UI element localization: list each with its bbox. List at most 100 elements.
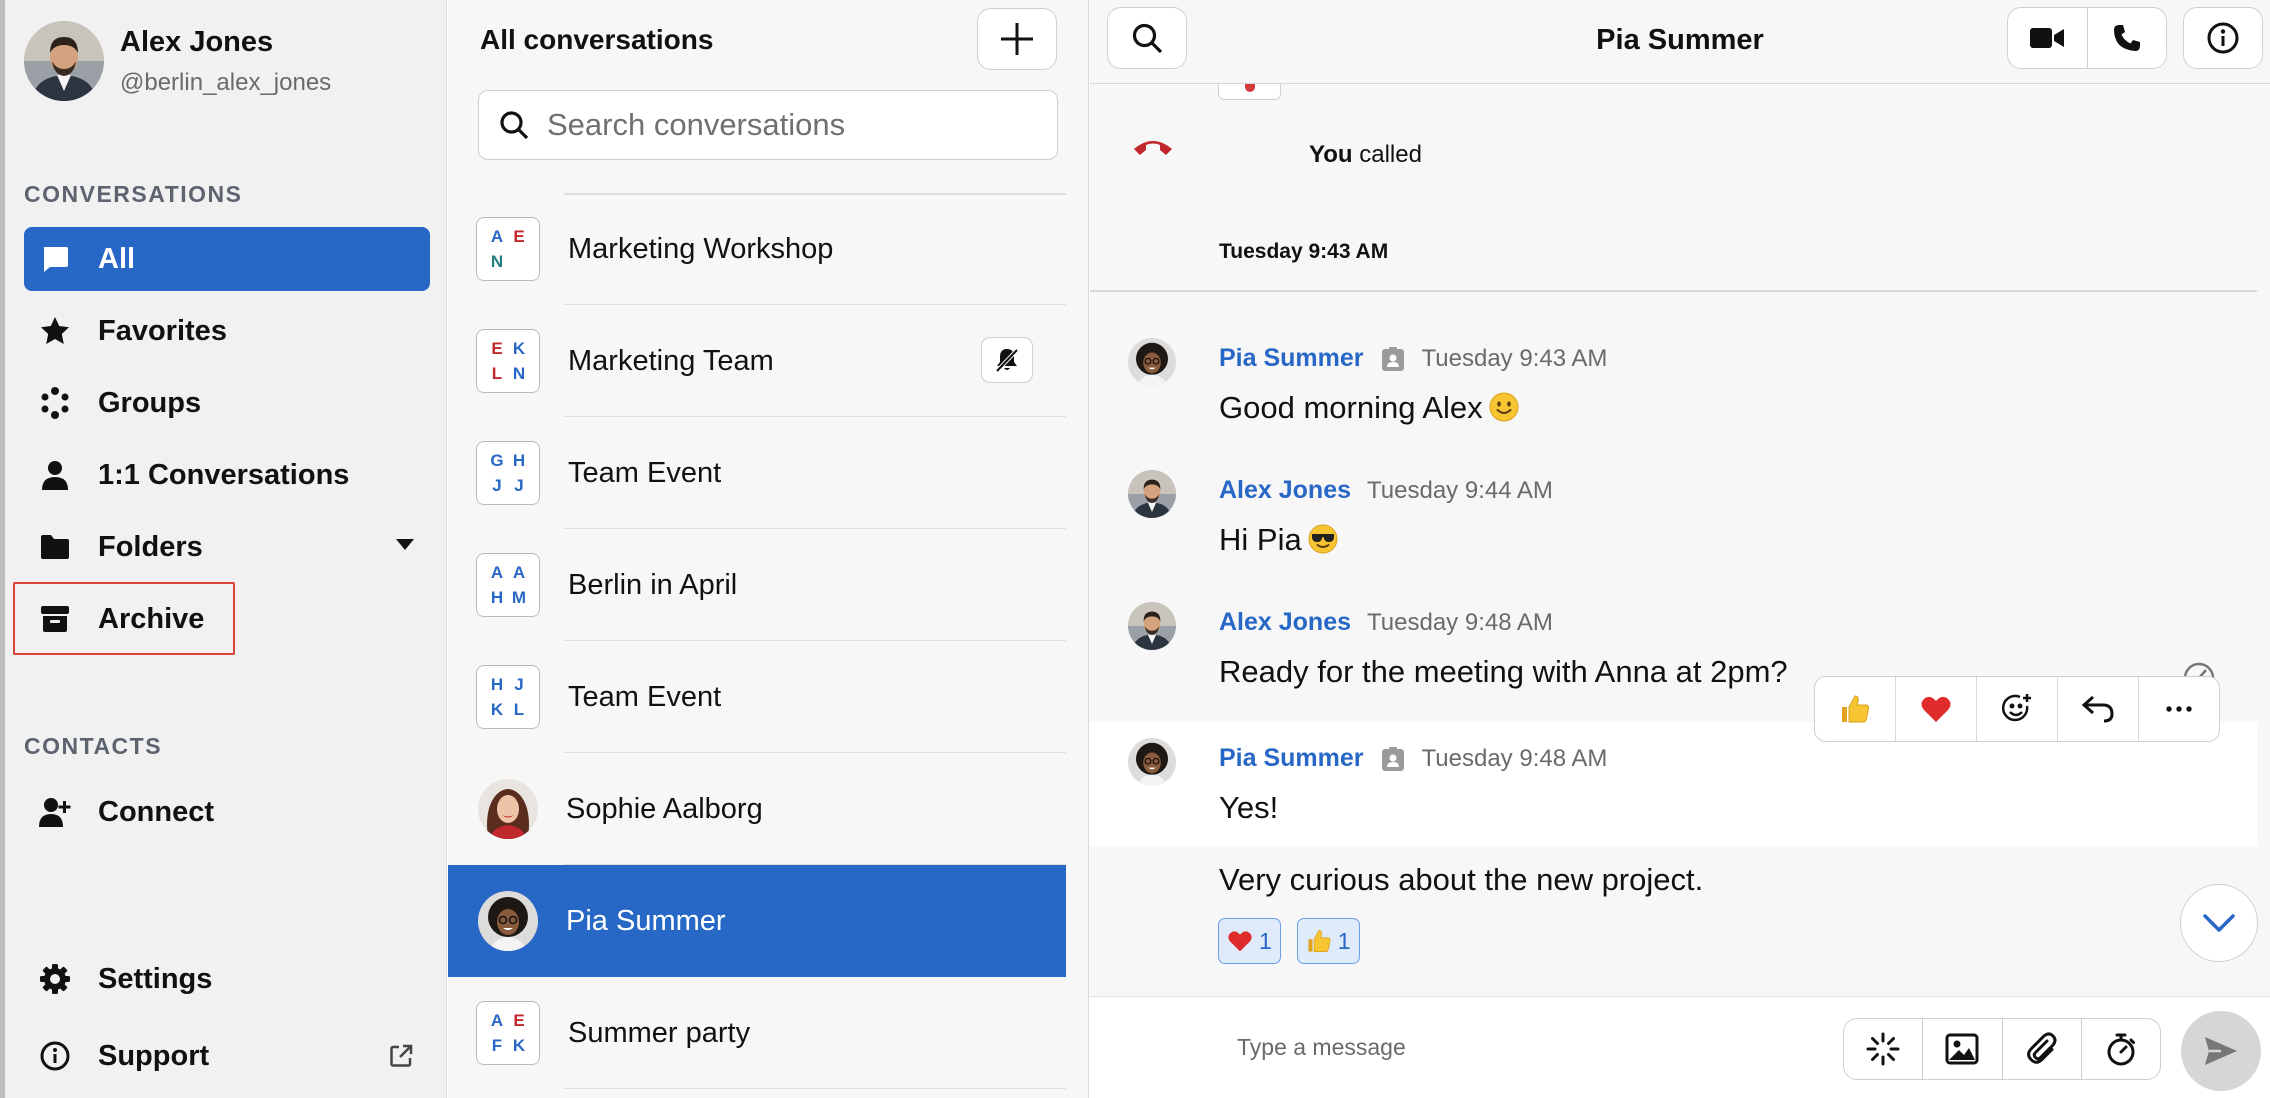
contact-avatar (478, 779, 538, 839)
conversation-name: Marketing Team (568, 344, 774, 377)
timer-icon (2105, 1032, 2137, 1066)
sidebar-item-one-to-one[interactable]: 1:1 Conversations (24, 443, 430, 507)
image-upload-button[interactable] (1923, 1019, 2003, 1079)
conversation-item-berlin-in-april[interactable]: A A H M Berlin in April (448, 529, 1066, 641)
message-composer (1090, 996, 2270, 1098)
conversation-item-pia-summer[interactable]: Pia Summer (448, 865, 1066, 977)
person-icon (38, 458, 72, 492)
reaction-chip-heart[interactable]: 1 (1218, 918, 1281, 964)
sender-avatar[interactable] (1128, 738, 1176, 786)
message-reactions: 1 1 (1218, 918, 1376, 964)
conversation-name: Summer party (568, 1016, 751, 1049)
message-time: Tuesday 9:44 AM (1367, 476, 1553, 504)
sidebar-item-connect[interactable]: Connect (24, 780, 430, 844)
group-avatar: G H J J (476, 441, 540, 505)
scroll-to-bottom-button[interactable] (2180, 884, 2258, 962)
message-input[interactable] (1237, 1027, 1797, 1067)
reaction-count: 1 (1337, 927, 1351, 954)
sidebar-item-label: All (98, 242, 136, 275)
paperclip-icon (2026, 1032, 2058, 1066)
external-link-icon (388, 1043, 414, 1069)
chevron-down-icon (2202, 913, 2236, 933)
conversation-search (478, 90, 1058, 160)
message-author[interactable]: Alex Jones (1219, 476, 1351, 505)
audio-call-button[interactable] (2088, 8, 2167, 68)
sender-avatar[interactable] (1128, 338, 1176, 386)
user-profile[interactable]: Alex Jones @berlin_alex_jones (24, 21, 331, 101)
message-author[interactable]: Alex Jones (1219, 608, 1351, 637)
sidebar-item-groups[interactable]: Groups (24, 371, 430, 435)
thumbs-up-emoji-icon (1306, 928, 1332, 954)
sidebar-item-settings[interactable]: Settings (24, 947, 430, 1011)
contact-card-icon (1380, 346, 1406, 372)
more-options-button[interactable] (2139, 677, 2219, 741)
sidebar-item-label: Archive (98, 602, 205, 635)
conversation-item-marketing-team[interactable]: E K L N Marketing Team (448, 305, 1066, 417)
contact-avatar (478, 891, 538, 951)
timed-message-button[interactable] (2082, 1019, 2160, 1079)
sidebar-item-folders[interactable]: Folders (24, 515, 430, 579)
sidebar-item-all[interactable]: All (24, 227, 430, 291)
thumbs-up-emoji-icon (1839, 693, 1871, 725)
reply-arrow-icon (2081, 694, 2115, 724)
sidebar-item-label: Support (98, 1039, 210, 1072)
conversation-info-button[interactable] (2183, 7, 2263, 69)
group-avatar: A E F K (476, 1001, 540, 1065)
user-avatar (24, 21, 104, 101)
search-input[interactable] (547, 107, 1047, 143)
info-icon (2207, 22, 2239, 54)
contacts-section-title: CONTACTS (24, 733, 163, 759)
video-camera-icon (2030, 26, 2065, 50)
bell-off-icon (994, 347, 1020, 373)
gear-icon (38, 962, 72, 996)
sidebar-item-support[interactable]: Support (24, 1024, 430, 1088)
add-reaction-button[interactable] (1977, 677, 2058, 741)
archive-icon (38, 602, 72, 636)
message-author[interactable]: Pia Summer (1219, 344, 1364, 373)
sidebar-item-label: Favorites (98, 314, 227, 347)
ping-button[interactable] (1844, 1019, 1924, 1079)
sidebar-item-archive[interactable]: Archive (24, 587, 430, 651)
sender-avatar[interactable] (1128, 602, 1176, 650)
conversation-item-summer-party[interactable]: A E F K Summer party (448, 977, 1066, 1089)
conversation-item-team-event[interactable]: G H J J Team Event (448, 417, 1066, 529)
send-icon (2203, 1035, 2239, 1067)
add-person-icon (38, 795, 72, 829)
sender-avatar[interactable] (1128, 470, 1176, 518)
muted-notifications-button[interactable] (981, 337, 1033, 383)
attach-file-button[interactable] (2003, 1019, 2082, 1079)
call-text: called (1359, 141, 1422, 168)
date-separator: Tuesday 9:43 AM (1219, 240, 1389, 263)
send-button[interactable] (2181, 1011, 2261, 1091)
user-name: Alex Jones (120, 25, 274, 58)
group-avatar: H J K L (476, 665, 540, 729)
reaction-chip-thumbs-up[interactable]: 1 (1296, 918, 1360, 964)
user-handle: @berlin_alex_jones (120, 68, 332, 96)
sidebar-item-label: Connect (98, 795, 214, 828)
new-conversation-button[interactable] (977, 8, 1057, 70)
message-time: Tuesday 9:48 AM (1421, 744, 1608, 772)
sidebar-item-favorites[interactable]: Favorites (24, 299, 430, 363)
heart-emoji-icon (1920, 694, 1952, 724)
conversations-section-title: CONVERSATIONS (24, 181, 243, 207)
message-text: Good morning Alex (1219, 390, 1519, 426)
conversation-name: Sophie Aalborg (566, 792, 763, 825)
conversation-item-marketing-workshop[interactable]: A E N Marketing Workshop (448, 193, 1066, 305)
groups-icon (38, 386, 72, 420)
react-thumbs-up-button[interactable] (1815, 677, 1896, 741)
phone-icon (2112, 23, 2142, 53)
call-actor: You (1309, 141, 1353, 168)
call-event: You called (1132, 135, 1422, 168)
folder-icon (38, 530, 72, 564)
reply-button[interactable] (2058, 677, 2139, 741)
chevron-down-icon[interactable] (396, 539, 414, 551)
conversation-item-sophie-aalborg[interactable]: Sophie Aalborg (448, 753, 1066, 865)
ellipsis-icon (2166, 706, 2192, 712)
sidebar-item-label: Settings (98, 962, 213, 995)
message-time: Tuesday 9:43 AM (1421, 344, 1608, 372)
react-heart-button[interactable] (1896, 677, 1977, 741)
previous-message-card (1218, 84, 1281, 100)
conversation-item-team-event-2[interactable]: H J K L Team Event (448, 641, 1066, 753)
video-call-button[interactable] (2008, 8, 2088, 68)
message-author[interactable]: Pia Summer (1219, 744, 1364, 773)
